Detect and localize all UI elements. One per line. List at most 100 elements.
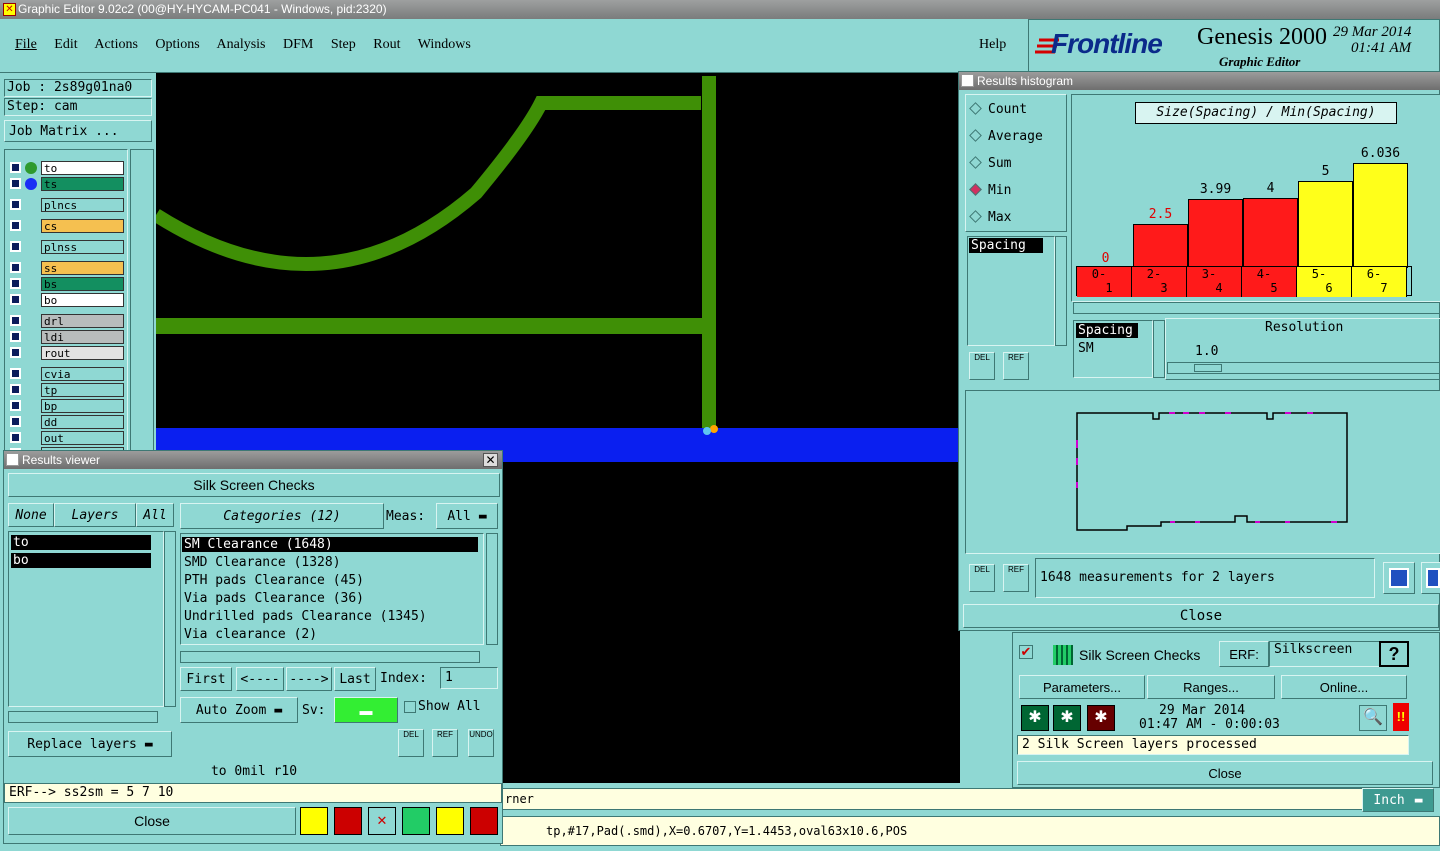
run-icon-3[interactable]: ✱ [1087, 705, 1115, 731]
rv-layer-bo[interactable]: bo [11, 553, 151, 568]
mode-sum[interactable]: Sum [969, 156, 1011, 171]
layer-checkbox[interactable] [10, 262, 21, 273]
layer-checkbox[interactable] [10, 384, 21, 395]
histogram-bar[interactable] [1243, 198, 1298, 268]
category-item[interactable]: SM Clearance (1648) [182, 537, 478, 552]
layer-row-plncs[interactable]: plncs [8, 198, 124, 212]
layer-row-plnss[interactable]: plnss [8, 240, 124, 254]
range-labels[interactable]: 0- 1 2- 3 3- 4 4- 5 5- 6 6- 7 [1076, 266, 1412, 297]
histogram-tool-icon[interactable] [470, 807, 498, 835]
tool-icon-4[interactable] [402, 807, 430, 835]
show-all-checkbox[interactable] [404, 701, 416, 713]
rv-close-button[interactable]: Close [8, 807, 296, 835]
mode-min[interactable]: Min [969, 183, 1011, 198]
layer-row-ts[interactable]: ts [8, 177, 124, 191]
measure-list-item[interactable]: Spacing [969, 238, 1043, 253]
run-icon-2[interactable]: ✱ [1053, 705, 1081, 731]
histogram-ref-button[interactable]: REF [1003, 352, 1029, 380]
layer-row-ss[interactable]: ss [8, 261, 124, 275]
all-button[interactable]: All [136, 503, 174, 527]
measure-item-spacing[interactable]: Spacing [1076, 323, 1138, 338]
range-label[interactable]: 0- 1 [1077, 267, 1132, 297]
layer-row-bo[interactable]: bo [8, 293, 124, 307]
layer-row-out[interactable]: out [8, 431, 124, 445]
layer-checkbox[interactable] [10, 331, 21, 342]
preview-ref-button[interactable]: REF [1003, 564, 1029, 592]
ranges-button[interactable]: Ranges... [1147, 675, 1275, 699]
checkmark-icon[interactable]: ✔ [1019, 645, 1033, 659]
range-label[interactable]: 4- 5 [1242, 267, 1297, 297]
categories-vscroll[interactable] [486, 533, 498, 645]
erf-value[interactable]: Silkscreen [1269, 641, 1381, 667]
auto-zoom-dropdown[interactable]: Auto Zoom ▬ [180, 697, 298, 723]
layer-row-cs[interactable]: cs [8, 219, 124, 233]
tool-icon-3[interactable]: ✕ [368, 807, 396, 835]
layer-checkbox[interactable] [10, 241, 21, 252]
layer-row-dd[interactable]: dd [8, 415, 124, 429]
histogram-bar[interactable] [1353, 163, 1408, 268]
categories-hscroll[interactable] [180, 651, 480, 663]
tool-icon-5[interactable] [436, 807, 464, 835]
histogram-bar[interactable] [1133, 224, 1188, 268]
category-item[interactable]: PTH pads Clearance (45) [182, 573, 364, 588]
category-item[interactable]: Undrilled pads Clearance (1345) [182, 609, 427, 624]
histogram-bar[interactable] [1298, 181, 1353, 268]
layer-row-bp[interactable]: bp [8, 399, 124, 413]
close-icon[interactable]: ✕ [483, 453, 498, 467]
tool-icon-1[interactable] [300, 807, 328, 835]
none-button[interactable]: None [8, 503, 54, 527]
menu-dfm[interactable]: DFM [283, 37, 313, 52]
layer-checkbox[interactable] [10, 347, 21, 358]
online-button[interactable]: Online... [1281, 675, 1407, 699]
range-label[interactable]: 5- 6 [1297, 267, 1352, 297]
mode-max[interactable]: Max [969, 210, 1011, 225]
measure-item-sm[interactable]: SM [1078, 341, 1094, 356]
index-input[interactable]: 1 [440, 667, 498, 689]
layer-checkbox[interactable] [10, 162, 21, 173]
resolution-slider-thumb[interactable] [1194, 364, 1222, 372]
layer-checkbox[interactable] [10, 178, 21, 189]
chart-hscroll[interactable] [1073, 302, 1440, 314]
prev-button[interactable]: <---- [236, 667, 284, 691]
range-label[interactable]: 3- 4 [1187, 267, 1242, 297]
menu-edit[interactable]: Edit [54, 37, 77, 52]
layer-checkbox[interactable] [10, 416, 21, 427]
menu-step[interactable]: Step [331, 37, 356, 52]
histogram-del-button[interactable]: DEL [969, 352, 995, 380]
run-icon-1[interactable]: ✱ [1021, 705, 1049, 731]
alert-icon[interactable]: !! [1393, 703, 1409, 731]
resolution-slider[interactable] [1167, 362, 1440, 374]
category-item[interactable]: Via pads Clearance (36) [182, 591, 364, 606]
menu-file[interactable]: File [15, 37, 37, 52]
rv-layer-vscroll[interactable] [164, 531, 176, 707]
layer-row-tp[interactable]: tp [8, 383, 124, 397]
layer-row-ldi[interactable]: ldi [8, 330, 124, 344]
replace-layers-dropdown[interactable]: Replace layers ▬ [8, 731, 172, 757]
layer-checkbox[interactable] [10, 294, 21, 305]
category-item[interactable]: Via clearance (2) [182, 627, 317, 642]
rv-undo-button[interactable]: UNDO [468, 729, 494, 757]
rv-layer-to[interactable]: to [11, 535, 151, 550]
layer-checkbox[interactable] [10, 432, 21, 443]
sv-color-dropdown[interactable]: ▬ [334, 697, 398, 723]
layer-checkbox[interactable] [10, 315, 21, 326]
erf-help-button[interactable]: ? [1379, 641, 1409, 667]
tool-icon-2[interactable] [334, 807, 362, 835]
menu-options[interactable]: Options [155, 37, 199, 52]
layer-row-bs[interactable]: bs [8, 277, 124, 291]
menu-rout[interactable]: Rout [373, 37, 400, 52]
histogram-chart-icon-button[interactable] [1383, 562, 1415, 594]
layer-scrollbar[interactable] [130, 149, 154, 453]
menu-actions[interactable]: Actions [94, 37, 138, 52]
range-label[interactable]: 2- 3 [1132, 267, 1187, 297]
layer-row-drl[interactable]: drl [8, 314, 124, 328]
layer-checkbox[interactable] [10, 400, 21, 411]
rv-ref-button[interactable]: REF [432, 729, 458, 757]
last-button[interactable]: Last [334, 667, 376, 691]
layer-row-cvia[interactable]: cvia [8, 367, 124, 381]
measure-list-scrollbar[interactable] [1055, 236, 1067, 346]
range-label[interactable]: 6- 7 [1352, 267, 1407, 297]
erf-close-button[interactable]: Close [1017, 761, 1433, 785]
parameters-button[interactable]: Parameters... [1019, 675, 1145, 699]
mode-count[interactable]: Count [969, 102, 1027, 117]
